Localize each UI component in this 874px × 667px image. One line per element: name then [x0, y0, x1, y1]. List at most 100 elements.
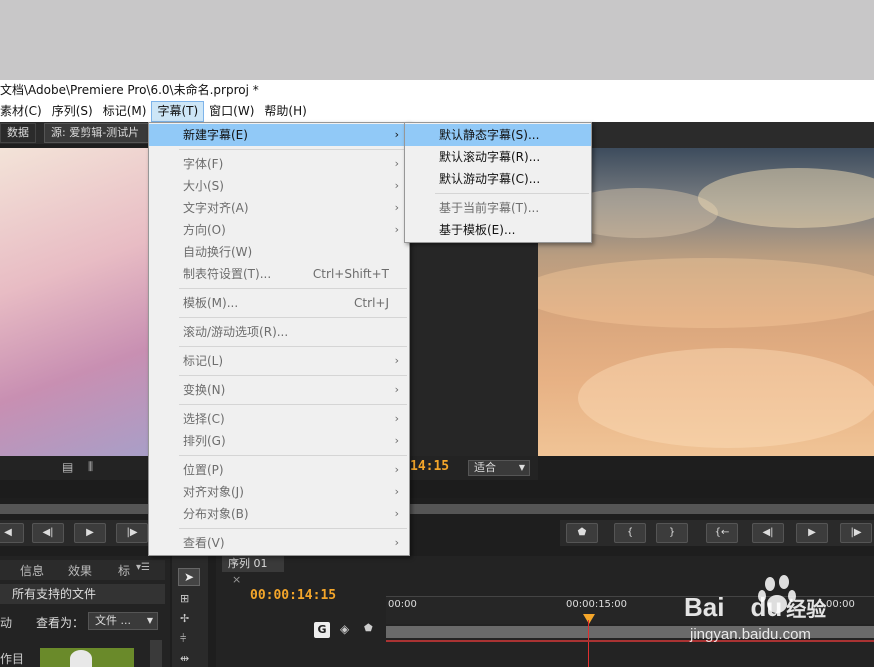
track-select-icon[interactable]: ⊞	[180, 592, 189, 605]
project-scrollbar[interactable]	[150, 640, 162, 667]
chevron-right-icon: ›	[394, 128, 399, 141]
title-menu-item[interactable]: 滚动/游动选项(R)...	[149, 321, 409, 343]
tab-info[interactable]: 信息	[20, 562, 44, 579]
play-button[interactable]: ▶	[74, 523, 106, 543]
view-as-label: 查看为：	[36, 616, 85, 630]
title-menu-item[interactable]: 模板(M)... Ctrl+J	[149, 292, 409, 314]
title-menu-item-label: 分布对象(B)	[183, 507, 249, 521]
submenu-item-label: 基于当前字幕(T)...	[439, 201, 540, 215]
tab-sequence[interactable]: 序列 01 ×	[222, 556, 284, 586]
tab-markers[interactable]: 标	[118, 562, 130, 579]
marker-icon[interactable]: ⬟	[364, 623, 373, 634]
title-menu-item[interactable]: 大小(S) ›	[149, 175, 409, 197]
tab-effects[interactable]: 效果	[68, 562, 92, 579]
project-panel-tabs: 信息 效果 标 ▾☰	[0, 560, 165, 580]
title-menu-item[interactable]: 变换(N) ›	[149, 379, 409, 401]
menu-separator	[179, 149, 407, 150]
ripple-edit-icon[interactable]: ✢	[180, 612, 189, 625]
tab-source[interactable]: 源: 爱剪辑-测试片	[44, 123, 150, 143]
watermark-brand: Bai	[684, 592, 725, 622]
chevron-right-icon: ›	[394, 507, 399, 520]
file-filter[interactable]: 所有支持的文件	[0, 584, 165, 604]
menu-help[interactable]: 帮助(H)	[259, 101, 311, 122]
mark-out-button[interactable]: }	[656, 523, 688, 543]
window-title: 文档\Adobe\Premiere Pro\6.0\未命名.prproj *	[0, 80, 874, 101]
step-back-button-2[interactable]: ◀|	[752, 523, 784, 543]
title-menu-item[interactable]: 文字对齐(A) ›	[149, 197, 409, 219]
tab-metadata[interactable]: 数据	[0, 123, 36, 143]
title-menu-item-label: 大小(S)	[183, 179, 224, 193]
next-frame-button[interactable]: |▶	[116, 523, 148, 543]
title-menu-item-label: 文字对齐(A)	[183, 201, 249, 215]
sequence-tab-label: 序列 01	[228, 557, 268, 570]
submenu-item[interactable]: 基于当前字幕(T)...	[405, 197, 591, 219]
title-menu-item-shortcut: Ctrl+Shift+T	[312, 267, 389, 281]
source-zoom-bar[interactable]	[0, 504, 150, 514]
submenu-item[interactable]: 默认滚动字幕(R)...	[405, 146, 591, 168]
chevron-right-icon: ›	[394, 201, 399, 214]
rate-stretch-icon[interactable]: ⇹	[180, 652, 189, 665]
menu-sequence[interactable]: 序列(S)	[47, 101, 98, 122]
source-transport: ◀ ◀| ▶ |▶	[0, 520, 150, 546]
step-back-button[interactable]: ◀	[0, 523, 24, 543]
add-marker-button[interactable]: ⬟	[566, 523, 598, 543]
menu-bar: 素材(C) 序列(S) 标记(M) 字幕(T) 窗口(W) 帮助(H)	[0, 101, 874, 122]
title-menu-item-label: 新建字幕(E)	[183, 128, 248, 142]
title-menu-item[interactable]: 标记(L) ›	[149, 350, 409, 372]
chevron-right-icon: ›	[394, 157, 399, 170]
mark-in-button[interactable]: {	[614, 523, 646, 543]
title-menu-item[interactable]: 新建字幕(E) ›	[149, 124, 409, 146]
title-menu-item-label: 字体(F)	[183, 157, 224, 171]
zoom-select[interactable]: 适合 ▼	[468, 460, 530, 476]
title-menu-item[interactable]: 制表符设置(T)... Ctrl+Shift+T	[149, 263, 409, 285]
view-as-value: 文件 ...	[95, 614, 131, 627]
ruler-label-start: 00:00	[388, 599, 417, 610]
selection-tool-icon[interactable]: ➤	[178, 568, 200, 586]
program-timecode[interactable]: 14:15	[410, 459, 449, 474]
title-menu-item[interactable]: 查看(V) ›	[149, 532, 409, 554]
submenu-item[interactable]: 基于模板(E)...	[405, 219, 591, 241]
title-menu-item[interactable]: 字体(F) ›	[149, 153, 409, 175]
submenu-item[interactable]: 默认静态字幕(S)...	[405, 124, 591, 146]
panel-menu-icon[interactable]: ▾☰	[136, 562, 150, 573]
title-menu-item-label: 方向(O)	[183, 223, 226, 237]
title-menu-item[interactable]: 选择(C) ›	[149, 408, 409, 430]
audio-wave-icon[interactable]: ⫼	[88, 460, 93, 474]
clip-thumbnail[interactable]	[40, 648, 134, 667]
snap-icon[interactable]: G	[314, 622, 330, 638]
title-menu-item-label: 排列(G)	[183, 434, 226, 448]
close-icon[interactable]: ×	[232, 573, 241, 586]
source-panel-tabs: 数据 源: 爱剪辑-测试片	[0, 122, 150, 144]
title-menu-item[interactable]: 分布对象(B) ›	[149, 503, 409, 525]
view-as-select[interactable]: 文件 ... ▼	[88, 612, 158, 630]
title-menu-item[interactable]: 位置(P) ›	[149, 459, 409, 481]
watermark-suffix: 经验	[786, 599, 827, 621]
submenu-item[interactable]: 默认游动字幕(C)...	[405, 168, 591, 190]
chevron-right-icon: ›	[394, 383, 399, 396]
step-forward-button[interactable]: |▶	[840, 523, 872, 543]
menu-window[interactable]: 窗口(W)	[204, 101, 259, 122]
title-menu-item[interactable]: 方向(O) ›	[149, 219, 409, 241]
film-icon[interactable]: ▤	[62, 460, 73, 474]
playhead-line	[588, 620, 589, 667]
left-label-partial-2: 作目	[0, 652, 25, 666]
menu-clip[interactable]: 素材(C)	[0, 101, 47, 122]
sequence-timecode[interactable]: 00:00:14:15	[250, 588, 336, 603]
rolling-edit-icon[interactable]: ⫩	[180, 632, 186, 646]
program-zoom-bar[interactable]	[410, 504, 874, 514]
play-button-2[interactable]: ▶	[796, 523, 828, 543]
title-menu-item[interactable]: 排列(G) ›	[149, 430, 409, 452]
scrubber-area	[0, 480, 874, 498]
chevron-right-icon: ›	[394, 354, 399, 367]
chevron-right-icon: ›	[394, 536, 399, 549]
keyframe-icon[interactable]: ◈	[340, 622, 349, 636]
prev-frame-button[interactable]: ◀|	[32, 523, 64, 543]
go-to-in-button[interactable]: {←	[706, 523, 738, 543]
menu-marker[interactable]: 标记(M)	[98, 101, 152, 122]
title-menu-item-label: 标记(L)	[183, 354, 224, 368]
menu-title[interactable]: 字幕(T)	[151, 101, 205, 122]
left-label-partial: 动	[0, 616, 13, 630]
title-menu-item[interactable]: 自动换行(W)	[149, 241, 409, 263]
title-menu-item[interactable]: 对齐对象(J) ›	[149, 481, 409, 503]
title-menu-item-label: 对齐对象(J)	[183, 485, 244, 499]
